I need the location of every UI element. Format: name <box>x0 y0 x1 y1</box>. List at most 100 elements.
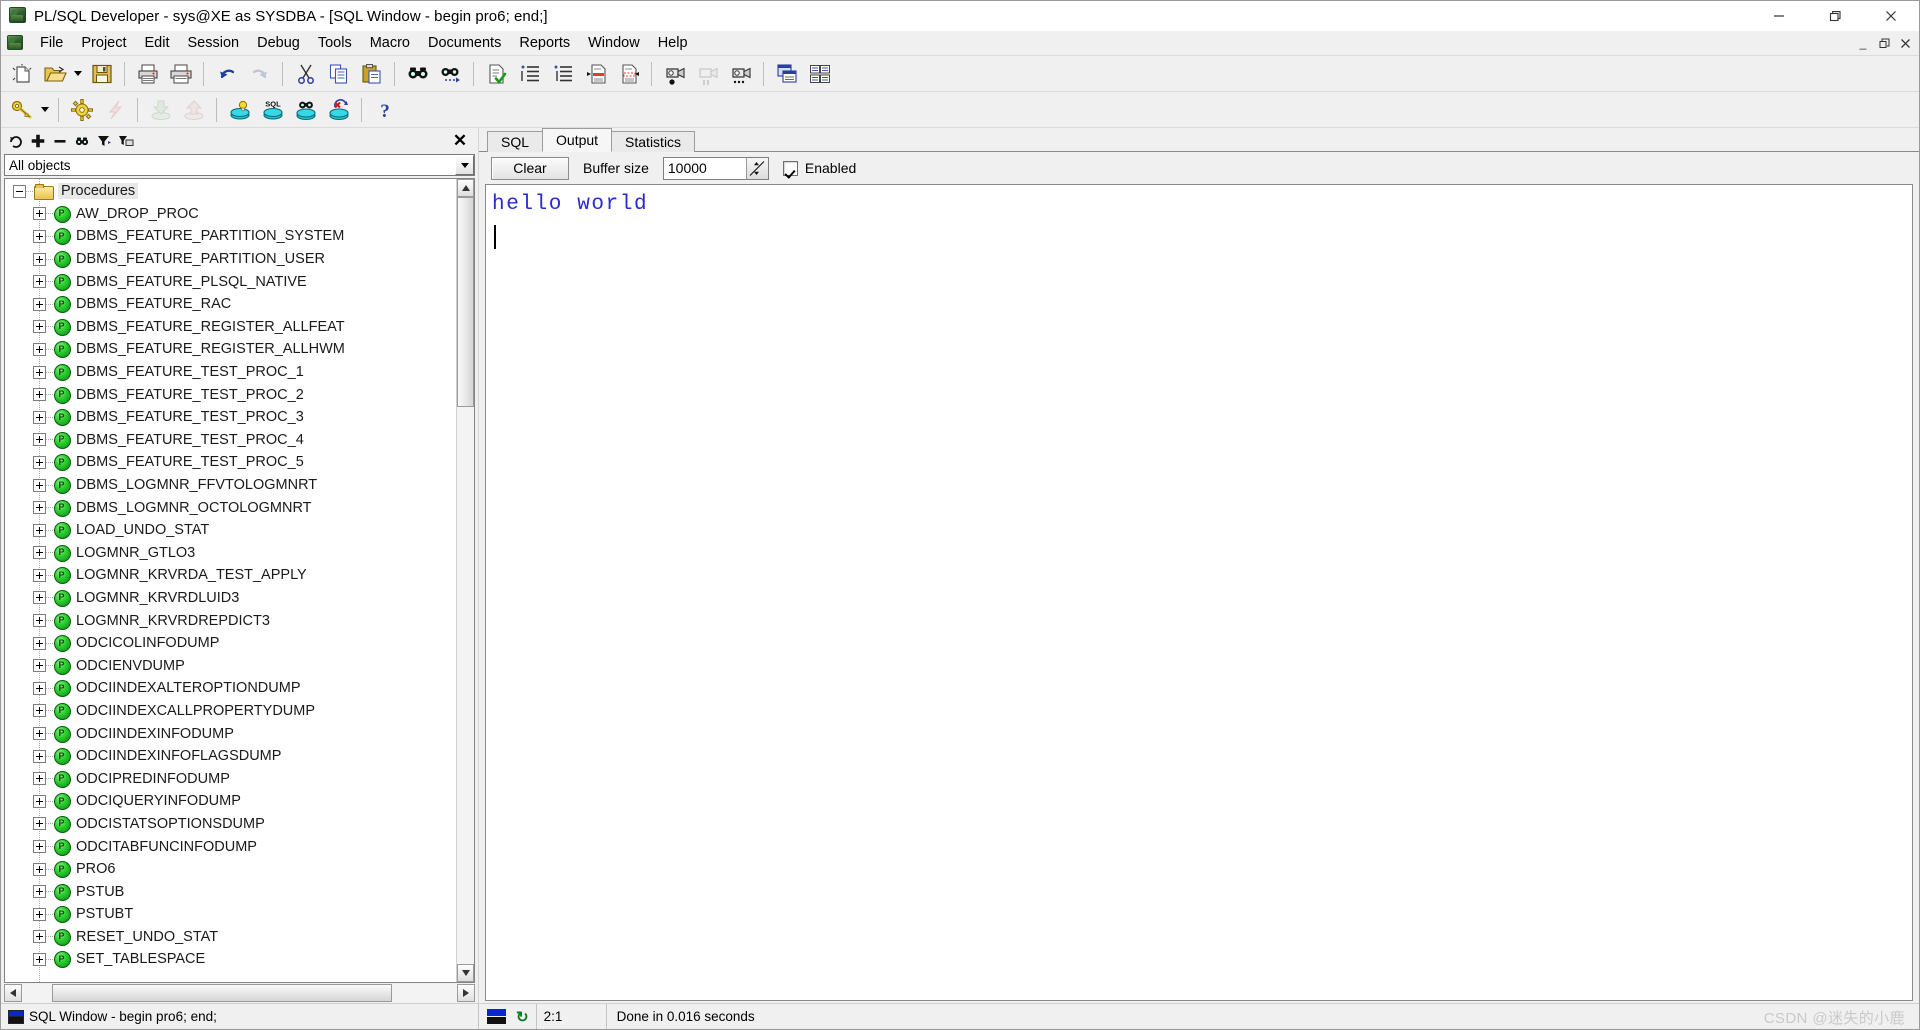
expand-icon[interactable] <box>33 591 46 605</box>
expand-icon[interactable] <box>33 388 46 402</box>
tree-item[interactable]: SET_TABLESPACE <box>5 948 456 971</box>
hscroll-right-button[interactable] <box>457 984 475 1002</box>
expand-icon[interactable] <box>33 636 46 650</box>
tree-item[interactable]: ODCIQUERYINFODUMP <box>5 790 456 813</box>
tree-item[interactable]: RESET_UNDO_STAT <box>5 926 456 949</box>
close-browser-icon[interactable]: ✕ <box>450 130 470 150</box>
expand-icon[interactable] <box>33 410 46 424</box>
macro-library-icon[interactable] <box>724 58 757 90</box>
refresh-icon[interactable] <box>5 130 27 152</box>
tree-horizontal-scrollbar[interactable] <box>4 984 475 1002</box>
menu-help[interactable]: Help <box>649 32 697 54</box>
tree-item[interactable]: DBMS_FEATURE_TEST_PROC_5 <box>5 451 456 474</box>
hscroll-track[interactable] <box>22 984 457 1002</box>
tree-item[interactable]: ODCIPREDINFODUMP <box>5 767 456 790</box>
add-icon[interactable] <box>27 130 49 152</box>
expand-icon[interactable] <box>33 546 46 560</box>
expand-icon[interactable] <box>33 275 46 289</box>
tree-item[interactable]: ODCIINDEXINFOFLAGSDUMP <box>5 745 456 768</box>
tree-item[interactable]: AW_DROP_PROC <box>5 203 456 226</box>
expand-icon[interactable] <box>33 772 46 786</box>
tree-item[interactable]: DBMS_FEATURE_TEST_PROC_2 <box>5 383 456 406</box>
output-text-area[interactable]: hello world <box>485 184 1913 1001</box>
expand-icon[interactable] <box>33 568 46 582</box>
tree-item[interactable]: ODCIINDEXALTEROPTIONDUMP <box>5 677 456 700</box>
tree-item[interactable]: DBMS_FEATURE_PARTITION_SYSTEM <box>5 225 456 248</box>
expand-icon[interactable] <box>33 659 46 673</box>
collapse-icon[interactable] <box>13 184 26 198</box>
menu-reports[interactable]: Reports <box>510 32 579 54</box>
clear-button[interactable]: Clear <box>491 156 569 180</box>
expand-icon[interactable] <box>33 840 46 854</box>
cascade-windows-icon[interactable] <box>770 58 803 90</box>
explain-plan-icon[interactable] <box>223 94 256 126</box>
chevron-down-icon[interactable] <box>455 155 474 175</box>
mdi-close-button[interactable] <box>1895 34 1915 52</box>
open-icon[interactable] <box>38 58 71 90</box>
object-filter-combobox[interactable]: All objects <box>4 154 475 176</box>
menu-edit[interactable]: Edit <box>136 32 179 54</box>
menu-tools[interactable]: Tools <box>309 32 361 54</box>
scroll-track[interactable] <box>457 197 474 964</box>
tree-item[interactable]: LOAD_UNDO_STAT <box>5 519 456 542</box>
tree-item[interactable]: ODCIINDEXINFODUMP <box>5 722 456 745</box>
find-next-icon[interactable] <box>434 58 467 90</box>
tree-item[interactable]: ODCIINDEXCALLPROPERTYDUMP <box>5 700 456 723</box>
copy-icon[interactable] <box>322 58 355 90</box>
enabled-checkbox[interactable] <box>782 160 798 176</box>
tree-item[interactable]: ODCICOLINFODUMP <box>5 632 456 655</box>
save-icon[interactable] <box>85 58 118 90</box>
expand-icon[interactable] <box>33 320 46 334</box>
expand-icon[interactable] <box>33 704 46 718</box>
undo-icon[interactable] <box>210 58 243 90</box>
tab-sql[interactable]: SQL <box>487 131 544 152</box>
menu-project[interactable]: Project <box>72 32 135 54</box>
menu-window[interactable]: Window <box>579 32 649 54</box>
tree-item[interactable]: LOGMNR_KRVRDLUID3 <box>5 587 456 610</box>
tree-vertical-scrollbar[interactable] <box>456 179 474 982</box>
tree-item[interactable]: DBMS_FEATURE_REGISTER_ALLFEAT <box>5 316 456 339</box>
expand-icon[interactable] <box>33 229 46 243</box>
expand-icon[interactable] <box>33 523 46 537</box>
login-key-icon[interactable] <box>5 94 38 126</box>
tree-root-procedures[interactable]: Procedures <box>5 180 456 203</box>
tree-item[interactable]: LOGMNR_GTLO3 <box>5 542 456 565</box>
record-macro-icon[interactable] <box>658 58 691 90</box>
expand-icon[interactable] <box>33 862 46 876</box>
expand-icon[interactable] <box>33 817 46 831</box>
scroll-down-button[interactable] <box>457 964 474 982</box>
expand-icon[interactable] <box>33 681 46 695</box>
expand-icon[interactable] <box>33 455 46 469</box>
indent-icon[interactable] <box>513 58 546 90</box>
buffer-size-input[interactable] <box>663 157 746 179</box>
sql-session-icon[interactable]: SQL <box>256 94 289 126</box>
uncomment-icon[interactable] <box>612 58 645 90</box>
tree-item[interactable]: DBMS_FEATURE_PARTITION_USER <box>5 248 456 271</box>
tree-item[interactable]: DBMS_LOGMNR_OCTOLOGMNRT <box>5 496 456 519</box>
expand-icon[interactable] <box>33 207 46 221</box>
tile-windows-icon[interactable] <box>803 58 836 90</box>
tree-item[interactable]: ODCIENVDUMP <box>5 654 456 677</box>
tree-item[interactable]: LOGMNR_KRVRDREPDICT3 <box>5 609 456 632</box>
expand-icon[interactable] <box>33 794 46 808</box>
kill-session-icon[interactable] <box>322 94 355 126</box>
hscroll-thumb[interactable] <box>52 984 392 1002</box>
session-refresh-icon[interactable]: ↻ <box>516 1008 529 1026</box>
expand-icon[interactable] <box>33 907 46 921</box>
find-database-object-icon[interactable] <box>289 94 322 126</box>
expand-icon[interactable] <box>33 478 46 492</box>
expand-icon[interactable] <box>33 501 46 515</box>
login-dropdown-arrow[interactable] <box>38 94 52 126</box>
buffer-size-stepper[interactable] <box>745 157 768 179</box>
expand-icon[interactable] <box>33 727 46 741</box>
remove-icon[interactable] <box>49 130 71 152</box>
comment-icon[interactable] <box>579 58 612 90</box>
menu-documents[interactable]: Documents <box>419 32 510 54</box>
enabled-checkbox-row[interactable]: Enabled <box>782 160 856 176</box>
expand-icon[interactable] <box>33 952 46 966</box>
tree-item[interactable]: DBMS_FEATURE_TEST_PROC_4 <box>5 429 456 452</box>
print-icon[interactable] <box>131 58 164 90</box>
tree-item[interactable]: LOGMNR_KRVRDA_TEST_APPLY <box>5 564 456 587</box>
expand-icon[interactable] <box>33 297 46 311</box>
execute-gear-icon[interactable] <box>65 94 98 126</box>
